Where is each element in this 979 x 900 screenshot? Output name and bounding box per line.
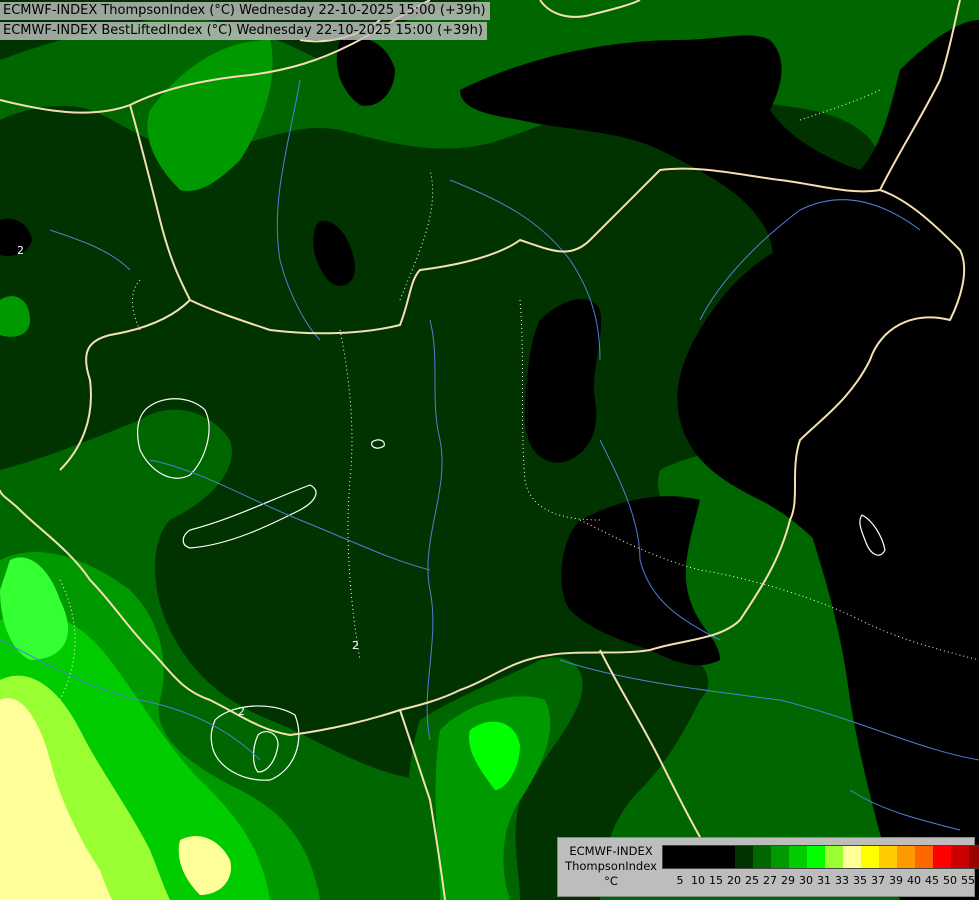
legend-tick-label: 55 xyxy=(961,874,975,887)
legend-swatch xyxy=(825,846,843,868)
legend-title-unit: °C xyxy=(604,874,618,888)
legend-swatch xyxy=(969,846,979,868)
map-title-thompson: ECMWF-INDEX ThompsonIndex (°C) Wednesday… xyxy=(0,2,490,20)
legend-swatch xyxy=(897,846,915,868)
legend-title: ECMWF-INDEX ThompsonIndex °C xyxy=(561,844,661,889)
legend-swatch xyxy=(735,846,753,868)
legend-tick-label: 31 xyxy=(817,874,831,887)
legend-tick-label: 29 xyxy=(781,874,795,887)
legend-tick-label: 40 xyxy=(907,874,921,887)
legend-swatch xyxy=(933,846,951,868)
legend-swatch xyxy=(663,846,681,868)
legend-tick-label: 15 xyxy=(709,874,723,887)
legend-tick-label: 25 xyxy=(745,874,759,887)
legend-tick-label: 33 xyxy=(835,874,849,887)
legend-tick-label: 35 xyxy=(853,874,867,887)
contour-label-1: 2 xyxy=(17,244,24,257)
legend-tick-label: 30 xyxy=(799,874,813,887)
contour-label-2: 2 xyxy=(352,639,359,652)
legend-tick-label: 27 xyxy=(763,874,777,887)
legend-swatch xyxy=(807,846,825,868)
legend-tick-label: 39 xyxy=(889,874,903,887)
legend-tick-label: 37 xyxy=(871,874,885,887)
legend-tick-label: 50 xyxy=(943,874,957,887)
color-legend: ECMWF-INDEX ThompsonIndex °C 5 10 15 20 25 27… xyxy=(557,837,979,897)
legend-tick-label: 45 xyxy=(925,874,939,887)
legend-swatch xyxy=(951,846,969,868)
legend-tick-label: 20 xyxy=(727,874,741,887)
legend-swatch xyxy=(843,846,861,868)
legend-swatch xyxy=(717,846,735,868)
legend-title-index: ThompsonIndex xyxy=(565,859,657,873)
legend-tick-label: 5 xyxy=(676,874,684,887)
legend-swatch xyxy=(789,846,807,868)
legend-tick-label: 10 xyxy=(691,874,705,887)
legend-swatch xyxy=(753,846,771,868)
legend-swatch xyxy=(681,846,699,868)
contour-label-3: 2 xyxy=(238,705,245,718)
legend-swatch xyxy=(699,846,717,868)
legend-swatch xyxy=(771,846,789,868)
map-title-bestlifted: ECMWF-INDEX BestLiftedIndex (°C) Wednesd… xyxy=(0,22,487,40)
legend-swatch xyxy=(879,846,897,868)
legend-title-model: ECMWF-INDEX xyxy=(569,844,653,858)
thompson-index-map: 2 2 2 xyxy=(0,0,979,900)
legend-swatch xyxy=(861,846,879,868)
legend-color-bar xyxy=(662,845,979,869)
legend-swatch xyxy=(915,846,933,868)
weather-map-page: 2 2 2 ECMWF-INDEX ThompsonIndex (°C) Wed… xyxy=(0,0,979,900)
